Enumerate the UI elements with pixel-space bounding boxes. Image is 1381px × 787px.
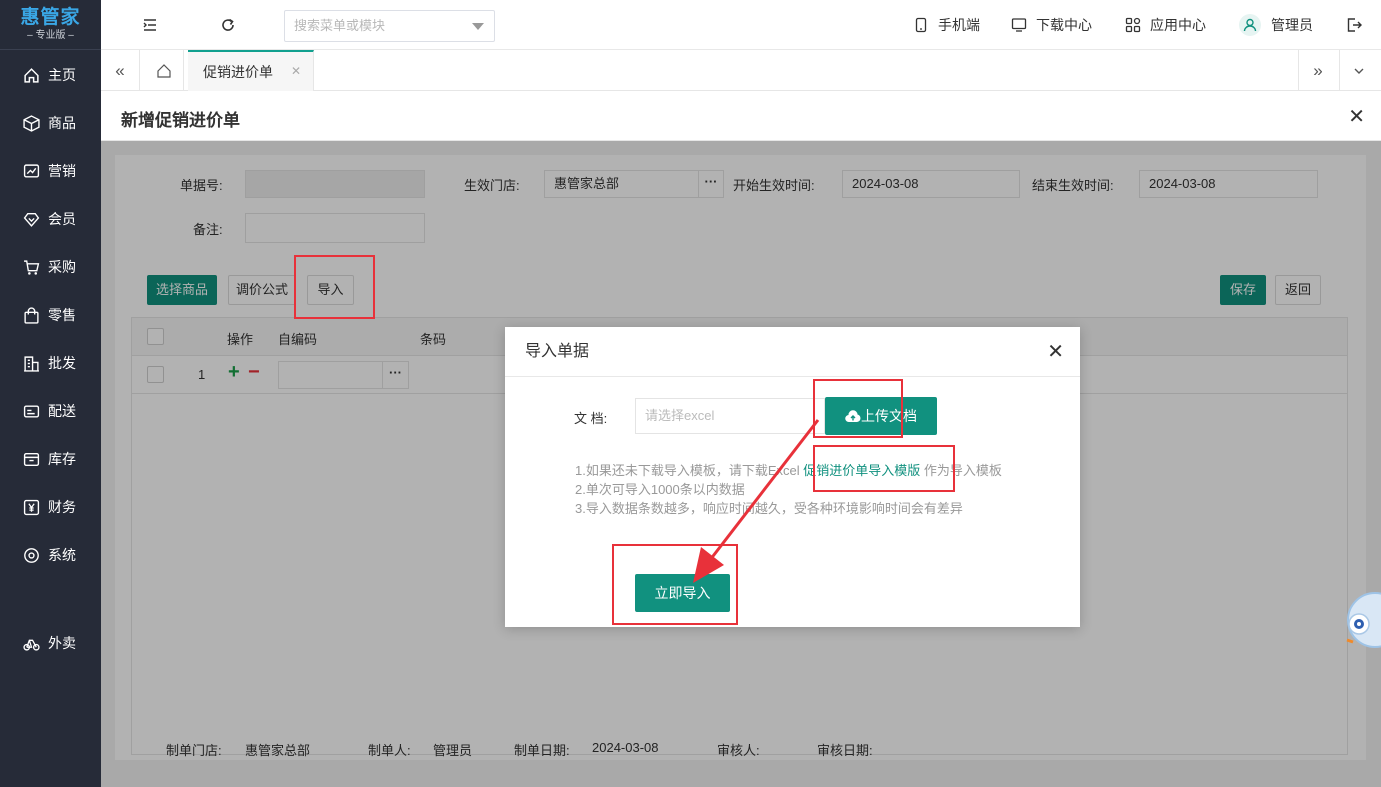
building-icon <box>24 355 39 372</box>
app-center-link[interactable]: 应用中心 <box>1125 0 1206 50</box>
tab-promo-price[interactable]: 促销进价单 ✕ <box>188 50 314 91</box>
logo: 惠管家 – 专业版 – <box>0 0 101 50</box>
sidebar-item-label: 配送 <box>48 403 76 419</box>
tab-dropdown[interactable] <box>1339 50 1378 91</box>
sidebar-item-label: 采购 <box>48 259 76 275</box>
annotation-box-import-now <box>612 544 738 625</box>
sidebar-item-inventory[interactable]: 库存 <box>0 439 101 479</box>
warehouse-icon <box>23 452 40 466</box>
sidebar-item-marketing[interactable]: 营销 <box>0 151 101 191</box>
sidebar-item-purchase[interactable]: 采购 <box>0 247 101 287</box>
mobile-link[interactable]: 手机端 <box>913 0 980 50</box>
tab-scroll-right[interactable]: » <box>1298 50 1337 91</box>
truck-icon <box>23 404 40 418</box>
sidebar: 惠管家 – 专业版 – 主页 商品 营销 会员 采购 零售 批发 配送 库存 财… <box>0 0 101 787</box>
edition-label: 专业版 <box>35 29 66 41</box>
user-menu[interactable]: 管理员 <box>1239 0 1313 50</box>
yen-icon <box>23 499 40 515</box>
doc-label: 文 档: <box>574 411 608 426</box>
home-icon <box>157 63 171 78</box>
sidebar-item-system[interactable]: 系统 <box>0 535 101 575</box>
sidebar-item-delivery[interactable]: 配送 <box>0 391 101 431</box>
menu-search-select[interactable]: 搜索菜单或模块 <box>284 10 495 42</box>
diamond-icon <box>23 212 40 227</box>
tab-scroll-left[interactable]: « <box>101 50 140 91</box>
page-header: 新增促销进价单 ✕ <box>101 92 1381 141</box>
chevron-down-icon <box>1354 68 1364 74</box>
sidebar-item-label: 库存 <box>48 451 76 467</box>
bag-icon <box>24 306 39 324</box>
sidebar-item-home[interactable]: 主页 <box>0 55 101 95</box>
chevron-down-icon <box>472 23 484 30</box>
dialog-title: 导入单据 <box>525 343 590 360</box>
double-chevron-left-icon: « <box>115 60 125 80</box>
cart-icon <box>24 259 40 275</box>
import-dialog: 导入单据 ✕ 文 档: 请选择excel 上传文档 1.如果还未下载导入模板，请… <box>505 327 1080 627</box>
close-icon[interactable]: ✕ <box>1047 327 1064 377</box>
sidebar-item-label: 系统 <box>48 547 76 563</box>
gear-icon <box>24 547 39 563</box>
close-icon[interactable]: ✕ <box>291 64 301 78</box>
sidebar-item-label: 主页 <box>48 67 76 83</box>
sidebar-item-takeout[interactable]: 外卖 <box>0 623 101 663</box>
bike-icon <box>23 639 40 651</box>
mobile-icon <box>915 17 927 33</box>
sidebar-item-label: 批发 <box>48 355 76 371</box>
box-icon <box>23 114 40 132</box>
chart-icon <box>23 163 40 178</box>
sidebar-item-label: 会员 <box>48 211 76 227</box>
logo-name: 惠管家 <box>20 6 81 28</box>
menu-collapse-icon[interactable] <box>141 16 159 34</box>
sidebar-item-member[interactable]: 会员 <box>0 199 101 239</box>
home-icon <box>24 67 39 83</box>
logout-icon[interactable] <box>1345 16 1363 34</box>
note-3: 3.导入数据条数越多，响应时间越久，受各种环境影响时间会有差异 <box>575 501 963 516</box>
sidebar-item-goods[interactable]: 商品 <box>0 103 101 143</box>
apps-icon <box>1125 17 1141 33</box>
excel-file-input[interactable]: 请选择excel <box>635 398 825 434</box>
download-center-link[interactable]: 下载中心 <box>1011 0 1092 50</box>
monitor-icon <box>1011 18 1027 32</box>
tab-home[interactable] <box>145 50 184 91</box>
assistant-robot-icon[interactable] <box>1345 590 1381 650</box>
close-icon[interactable]: ✕ <box>1348 104 1365 129</box>
sidebar-item-label: 零售 <box>48 307 76 323</box>
annotation-box-upload <box>813 379 903 438</box>
sidebar-item-wholesale[interactable]: 批发 <box>0 343 101 383</box>
avatar <box>1239 14 1261 36</box>
page-title: 新增促销进价单 <box>121 111 240 130</box>
tab-bar: « 促销进价单 ✕ » <box>101 50 1381 91</box>
topbar: 搜索菜单或模块 手机端 下载中心 应用中心 管理员 <box>101 0 1381 50</box>
annotation-box-template <box>813 445 955 492</box>
double-chevron-right-icon: » <box>1313 60 1323 80</box>
sidebar-item-label: 财务 <box>48 499 76 515</box>
sidebar-item-retail[interactable]: 零售 <box>0 295 101 335</box>
sidebar-item-label: 营销 <box>48 163 76 179</box>
sidebar-item-label: 外卖 <box>48 635 76 651</box>
sidebar-item-label: 商品 <box>48 115 76 131</box>
search-placeholder: 搜索菜单或模块 <box>294 18 386 33</box>
annotation-box-import <box>294 255 375 319</box>
refresh-icon[interactable] <box>219 16 237 34</box>
sidebar-item-finance[interactable]: 财务 <box>0 487 101 527</box>
dialog-header: 导入单据 ✕ <box>505 327 1080 377</box>
